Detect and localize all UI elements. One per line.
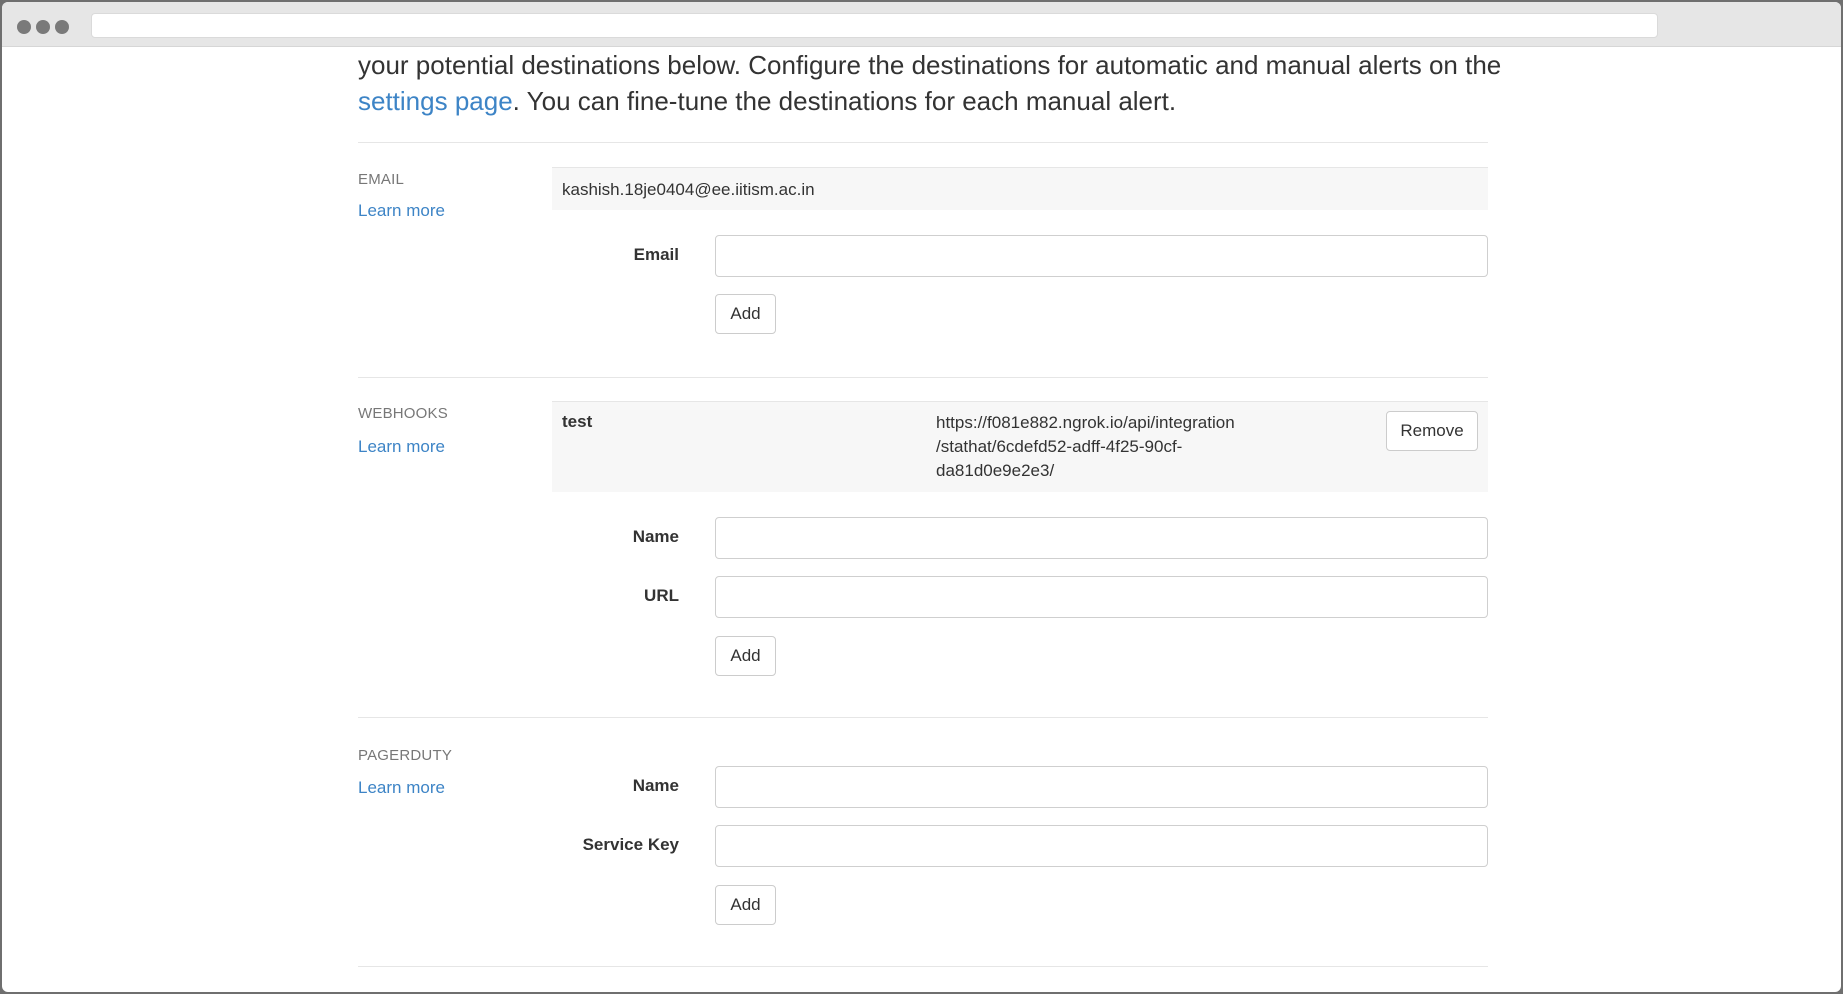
- divider: [358, 377, 1488, 378]
- address-bar[interactable]: [91, 13, 1658, 38]
- intro-paragraph: your potential destinations below. Confi…: [358, 47, 1508, 119]
- minimize-window-icon[interactable]: [36, 20, 50, 34]
- pagerduty-add-button[interactable]: Add: [715, 885, 776, 925]
- intro-text-line2: . You can fine-tune the destinations for…: [512, 86, 1177, 116]
- webhook-name-input[interactable]: [715, 517, 1488, 559]
- webhook-url-line: https://f081e882.ngrok.io/api/integratio…: [936, 413, 1235, 432]
- email-input[interactable]: [715, 235, 1488, 277]
- pagerduty-name-input[interactable]: [715, 766, 1488, 808]
- pagerduty-service-key-input[interactable]: [715, 825, 1488, 867]
- webhook-url-input[interactable]: [715, 576, 1488, 618]
- intro-text-line1: your potential destinations below. Confi…: [358, 50, 1502, 80]
- close-window-icon[interactable]: [17, 20, 31, 34]
- webhook-remove-button[interactable]: Remove: [1386, 411, 1478, 451]
- webhook-name-label: Name: [632, 527, 679, 546]
- email-section-title: EMAIL: [358, 171, 405, 188]
- email-field-label: Email: [633, 245, 679, 264]
- title-bar: [2, 2, 1841, 47]
- webhook-url-label: URL: [644, 586, 679, 605]
- divider: [358, 717, 1488, 718]
- webhook-existing-row: test https://f081e882.ngrok.io/api/integ…: [552, 401, 1488, 492]
- webhook-url-line: da81d0e9e2e3/: [936, 461, 1055, 480]
- webhook-existing-url: https://f081e882.ngrok.io/api/integratio…: [936, 411, 1256, 483]
- webhooks-section-title: WEBHOOKS: [358, 405, 448, 422]
- page-content: your potential destinations below. Confi…: [2, 47, 1841, 992]
- email-existing-value: kashish.18je0404@ee.iitism.ac.in: [562, 180, 815, 199]
- webhook-add-button[interactable]: Add: [715, 636, 776, 676]
- email-learn-more-link[interactable]: Learn more: [358, 201, 445, 221]
- pagerduty-learn-more-link[interactable]: Learn more: [358, 778, 445, 798]
- divider: [358, 966, 1488, 967]
- pagerduty-name-label: Name: [632, 776, 679, 795]
- maximize-window-icon[interactable]: [55, 20, 69, 34]
- webhook-existing-name: test: [562, 412, 593, 431]
- webhooks-learn-more-link[interactable]: Learn more: [358, 437, 445, 457]
- browser-window: your potential destinations below. Confi…: [2, 2, 1841, 992]
- settings-page-link[interactable]: settings page: [358, 86, 513, 116]
- pagerduty-section-title: PAGERDUTY: [358, 747, 453, 764]
- email-existing-row: kashish.18je0404@ee.iitism.ac.in: [552, 167, 1488, 210]
- email-add-button[interactable]: Add: [715, 294, 776, 334]
- webhook-url-line: /stathat/6cdefd52-adff-4f25-90cf-: [936, 437, 1183, 456]
- pagerduty-service-key-label: Service Key: [582, 835, 679, 854]
- divider: [358, 142, 1488, 143]
